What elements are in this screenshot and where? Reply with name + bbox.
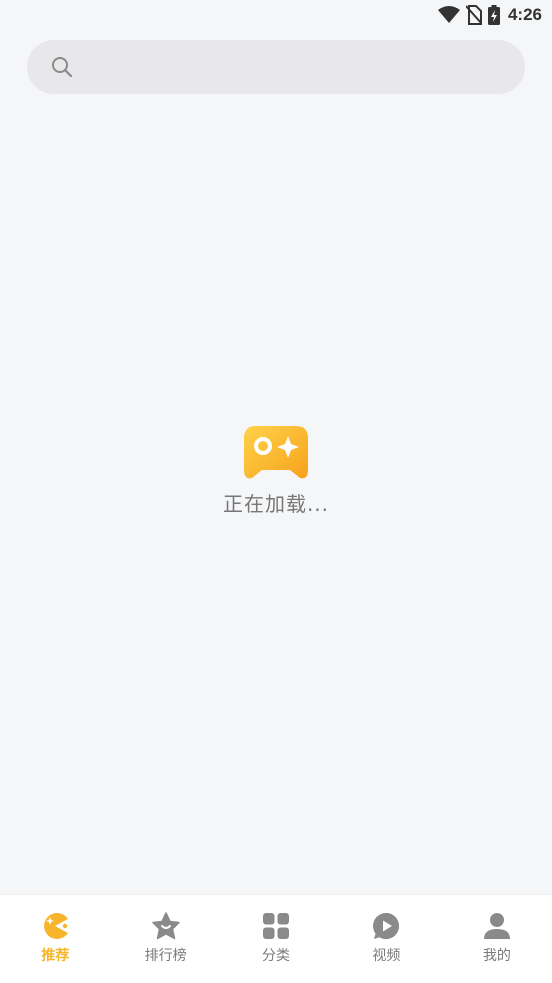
tab-label: 我的 bbox=[482, 948, 511, 964]
app-screen: 4:26 正在加载... 推荐 排行榜 分类 视频 我的 bbox=[0, 0, 552, 983]
tab-label: 推荐 bbox=[41, 948, 70, 964]
tab-label: 排行榜 bbox=[144, 948, 187, 964]
bottom-tab-bar: 推荐 排行榜 分类 视频 我的 bbox=[0, 894, 552, 983]
no-sim-icon bbox=[465, 5, 482, 25]
gamepad-icon bbox=[244, 426, 308, 479]
loading-indicator: 正在加载... bbox=[0, 424, 552, 517]
status-icons: 4:26 bbox=[437, 4, 542, 26]
tab-video[interactable]: 视频 bbox=[331, 895, 441, 983]
battery-charging-icon bbox=[487, 5, 500, 25]
user-icon bbox=[483, 913, 510, 939]
tab-mine[interactable]: 我的 bbox=[442, 895, 552, 983]
status-bar: 4:26 bbox=[0, 0, 552, 30]
tab-ranking[interactable]: 排行榜 bbox=[110, 895, 220, 983]
search-input[interactable] bbox=[87, 40, 511, 96]
pacman-icon bbox=[44, 913, 69, 939]
search-icon bbox=[52, 57, 73, 78]
grid-icon bbox=[263, 913, 290, 939]
status-time: 4:26 bbox=[507, 5, 542, 24]
tab-label: 视频 bbox=[372, 948, 401, 964]
search-bar[interactable] bbox=[27, 40, 525, 96]
star-icon bbox=[151, 912, 180, 940]
tab-category[interactable]: 分类 bbox=[221, 895, 331, 983]
wifi-icon bbox=[437, 6, 460, 23]
tab-label: 分类 bbox=[262, 948, 291, 964]
play-circle-icon bbox=[373, 913, 400, 939]
loading-text: 正在加载... bbox=[222, 492, 330, 516]
tab-recommend[interactable]: 推荐 bbox=[0, 895, 110, 983]
